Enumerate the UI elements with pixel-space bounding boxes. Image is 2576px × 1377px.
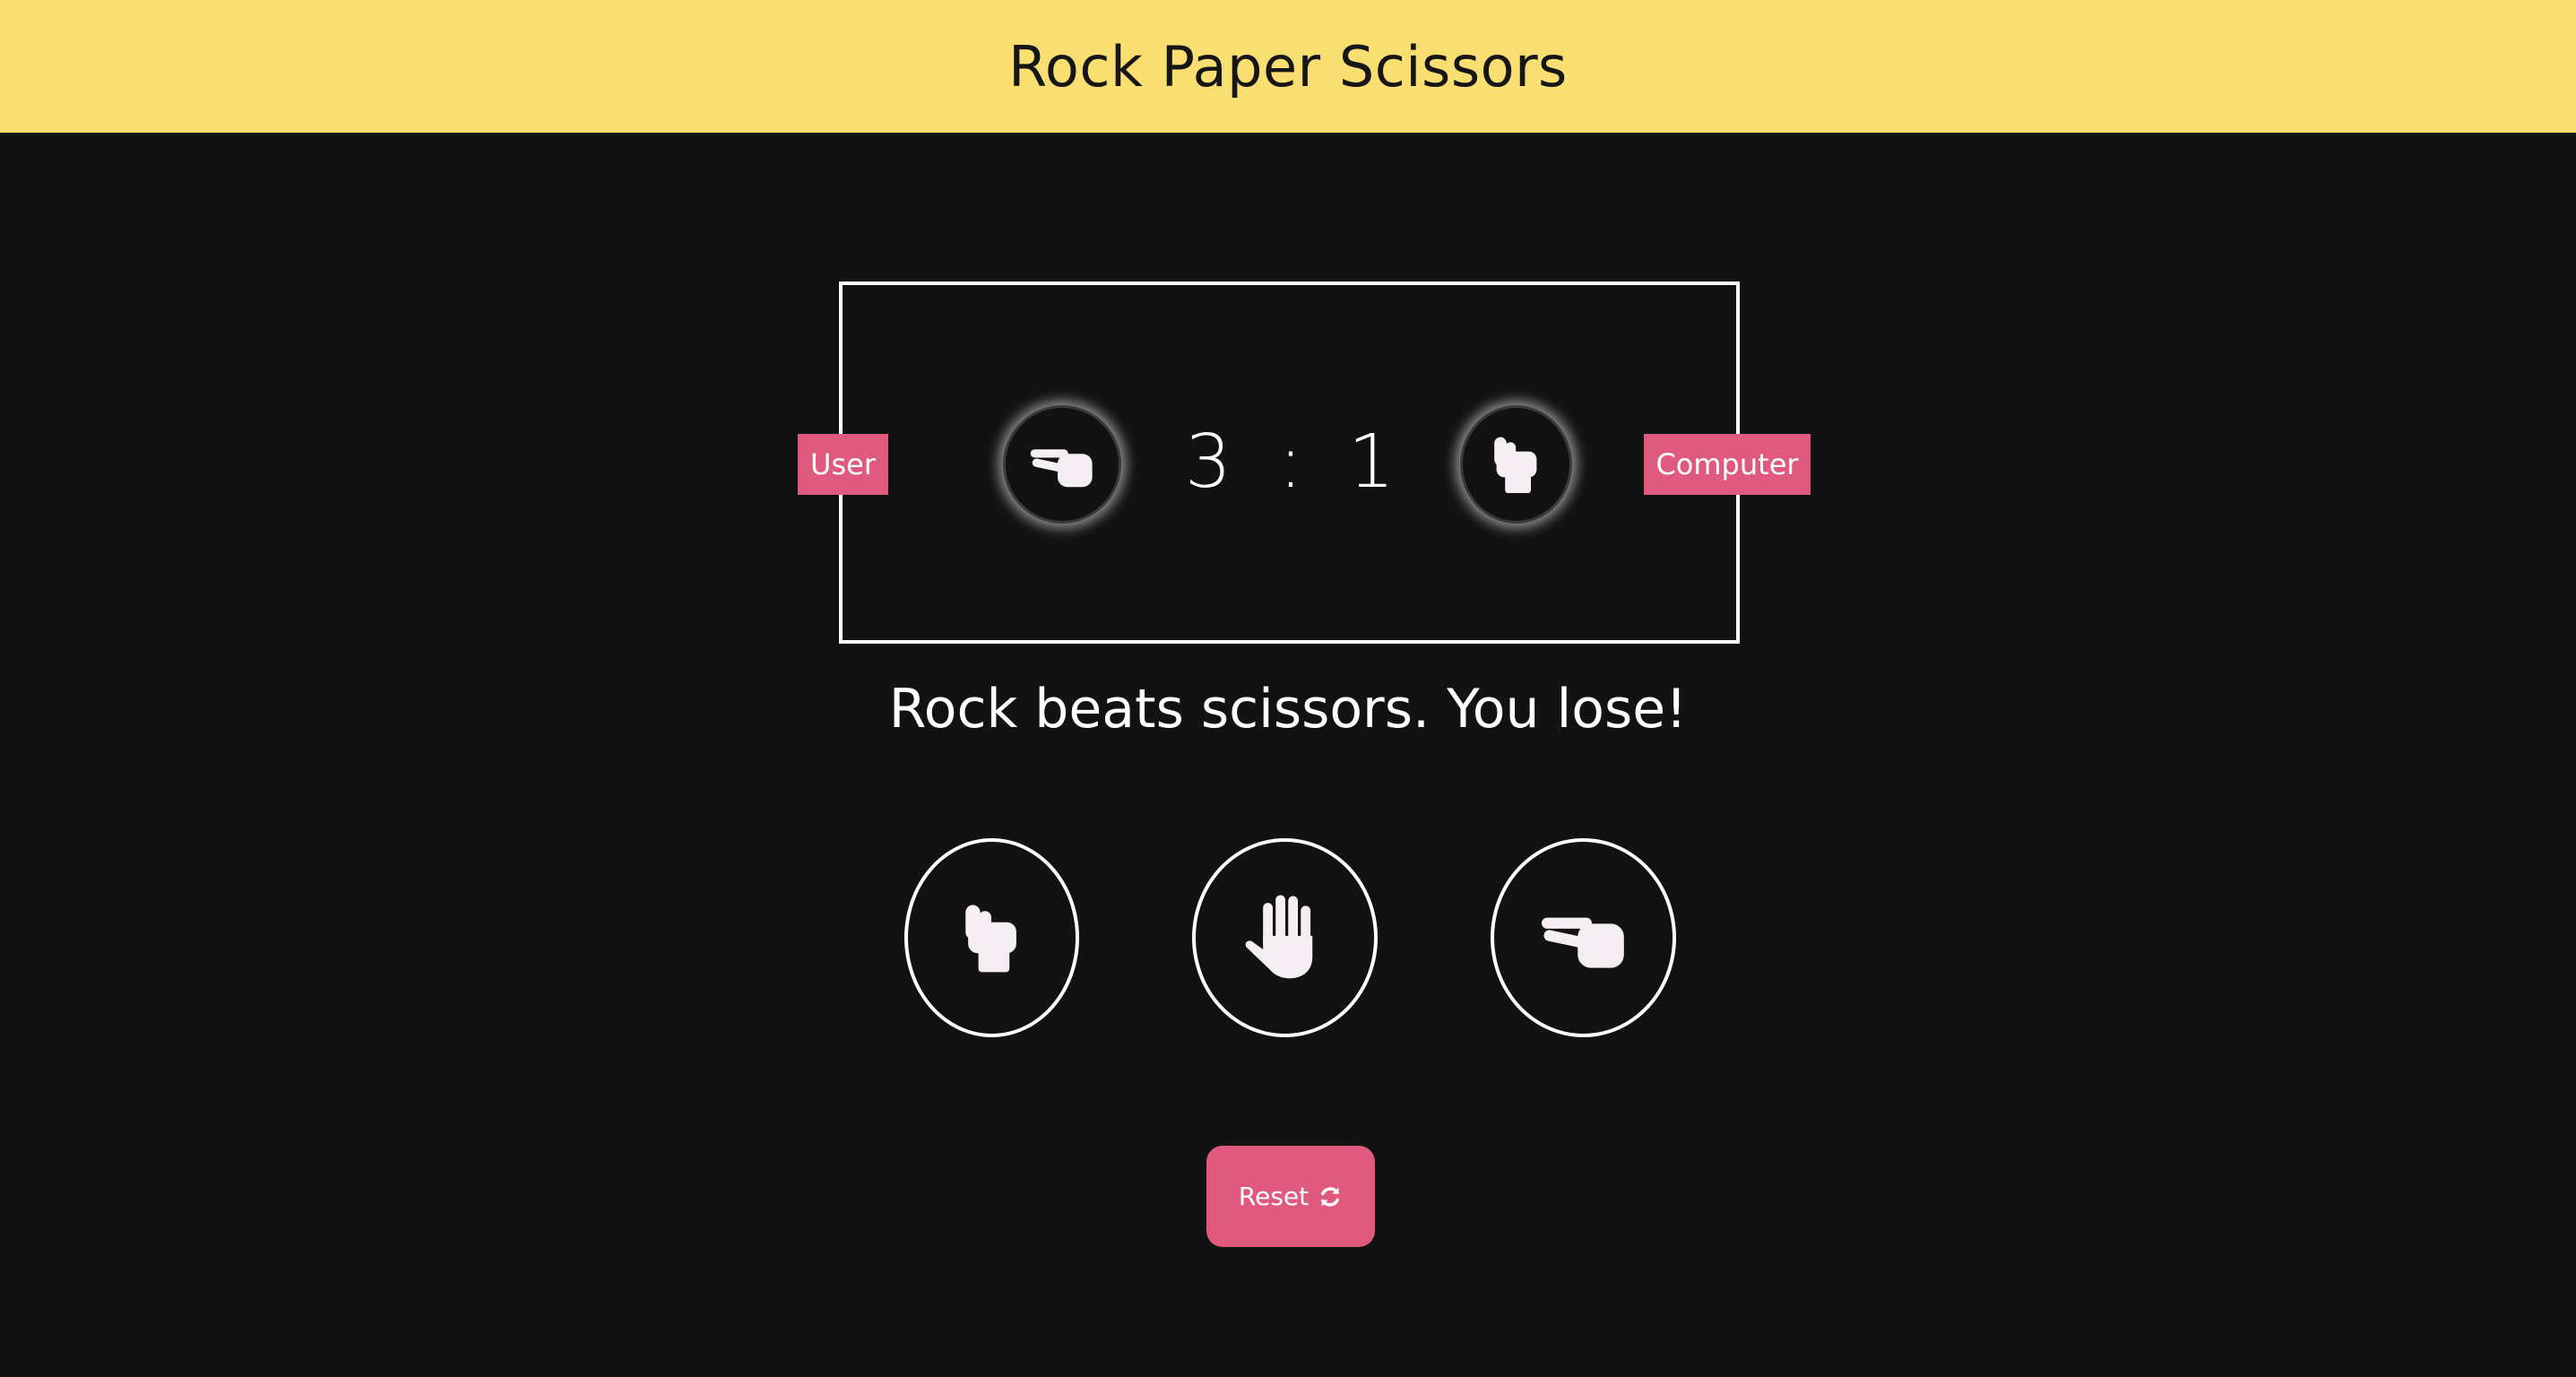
paper-icon	[1237, 888, 1334, 988]
rock-icon	[1481, 429, 1552, 500]
scissors-icon	[1024, 427, 1100, 502]
user-label: User	[798, 434, 888, 495]
computer-score: 1	[1347, 420, 1396, 505]
scissors-icon	[1534, 888, 1634, 988]
scissors-button[interactable]	[1491, 838, 1676, 1037]
rock-icon	[949, 888, 1035, 988]
score-separator: :	[1278, 420, 1303, 505]
app-header: Rock Paper Scissors	[0, 0, 2576, 133]
computer-label: Computer	[1644, 434, 1811, 495]
paper-button[interactable]	[1192, 838, 1378, 1037]
reset-label: Reset	[1238, 1182, 1310, 1211]
computer-choice-display	[1460, 405, 1572, 524]
app-title: Rock Paper Scissors	[1008, 33, 1568, 100]
reset-button[interactable]: Reset	[1206, 1146, 1375, 1247]
rock-button[interactable]	[904, 838, 1079, 1037]
refresh-icon	[1321, 1186, 1340, 1207]
user-score: 3	[1184, 420, 1232, 505]
user-choice-display	[1003, 405, 1121, 524]
result-message: Rock beats scissors. You lose!	[888, 678, 1688, 740]
